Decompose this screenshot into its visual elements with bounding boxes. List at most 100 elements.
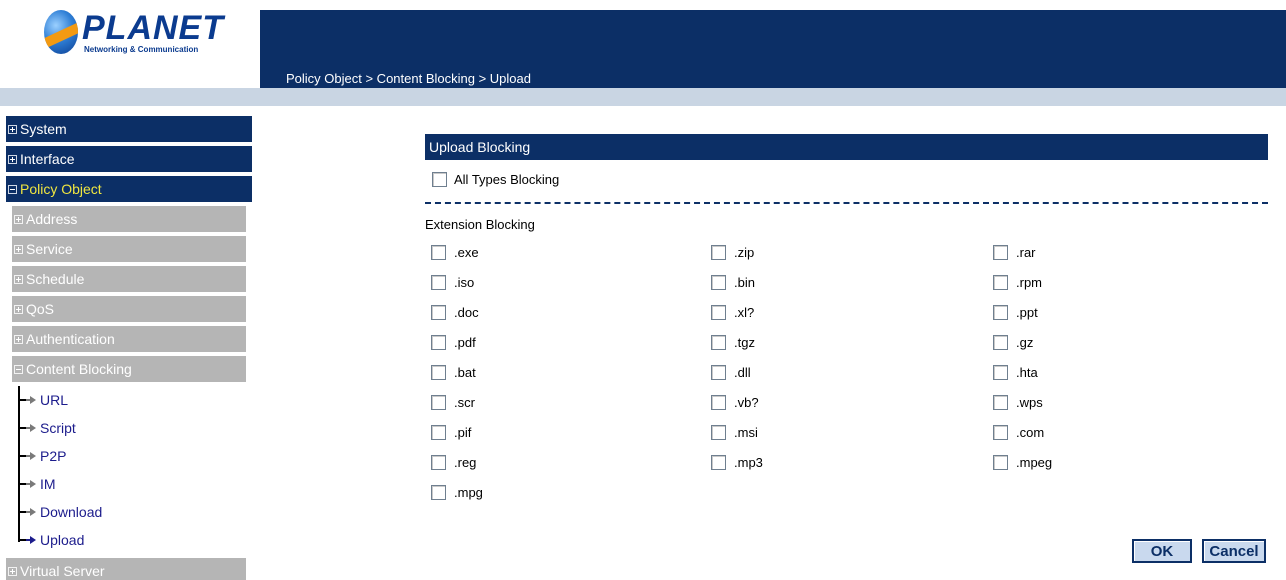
ext-option[interactable]: .xl? [711, 303, 754, 321]
sidebar-item-system[interactable]: System [6, 116, 252, 144]
ext-label: .exe [454, 244, 479, 260]
ext-option[interactable]: .zip [711, 243, 754, 261]
ext-checkbox[interactable] [431, 364, 446, 380]
ext-checkbox[interactable] [431, 454, 446, 470]
ext-checkbox[interactable] [711, 394, 726, 410]
ext-option[interactable]: .mp3 [711, 453, 763, 471]
ext-checkbox[interactable] [993, 244, 1008, 260]
ext-checkbox[interactable] [711, 364, 726, 380]
ext-option[interactable]: .rar [993, 243, 1036, 261]
ext-option[interactable]: .bin [711, 273, 755, 291]
ext-label: .reg [454, 454, 477, 470]
ext-option[interactable]: .iso [431, 273, 474, 291]
ext-checkbox[interactable] [993, 424, 1008, 440]
logo-area: PLANET Networking & Communication [0, 0, 260, 88]
sidebar-item-im[interactable]: IM [14, 470, 56, 498]
sidebar-item-url[interactable]: URL [14, 386, 68, 414]
ext-label: .ppt [1016, 304, 1038, 320]
all-types-blocking[interactable]: All Types Blocking [432, 172, 559, 187]
ext-option[interactable]: .mpeg [993, 453, 1052, 471]
ext-checkbox[interactable] [431, 304, 446, 320]
sidebar-item-content-blocking[interactable]: Content Blocking [12, 356, 246, 384]
ext-option[interactable]: .msi [711, 423, 758, 441]
sidebar-item-p2p[interactable]: P2P [14, 442, 66, 470]
ext-option[interactable]: .exe [431, 243, 479, 261]
ext-label: .pif [454, 424, 472, 440]
ext-checkbox[interactable] [993, 334, 1008, 350]
sidebar-item-schedule[interactable]: Schedule [12, 266, 246, 294]
ext-label: .rpm [1016, 274, 1042, 290]
ext-checkbox[interactable] [711, 304, 726, 320]
logo-name: PLANET [82, 8, 224, 47]
collapse-icon [14, 364, 23, 374]
ext-checkbox[interactable] [711, 424, 726, 440]
ext-checkbox[interactable] [711, 454, 726, 470]
ext-option[interactable]: .wps [993, 393, 1043, 411]
expand-icon [14, 274, 23, 284]
sidebar-item-label: System [20, 121, 67, 137]
ext-checkbox[interactable] [431, 394, 446, 410]
ext-checkbox[interactable] [431, 244, 446, 260]
arrow-right-icon [26, 396, 36, 404]
sidebar-item-script[interactable]: Script [14, 414, 76, 442]
sidebar-item-label: P2P [40, 448, 67, 464]
ext-option[interactable]: .bat [431, 363, 476, 381]
ext-checkbox[interactable] [711, 334, 726, 350]
sidebar-item-label: QoS [26, 301, 55, 317]
ext-checkbox[interactable] [431, 484, 446, 500]
ext-option[interactable]: .com [993, 423, 1044, 441]
sidebar-item-qos[interactable]: QoS [12, 296, 246, 324]
sidebar-item-virtual-server[interactable]: Virtual Server [6, 558, 246, 580]
ext-checkbox[interactable] [711, 274, 726, 290]
ext-option[interactable]: .rpm [993, 273, 1042, 291]
ok-button[interactable]: OK [1132, 539, 1192, 563]
ext-option[interactable]: .dll [711, 363, 751, 381]
sidebar-item-label: Content Blocking [26, 361, 132, 377]
sidebar-item-label: Address [26, 211, 78, 227]
expand-icon [8, 124, 17, 134]
sidebar-item-authentication[interactable]: Authentication [12, 326, 246, 354]
ext-checkbox[interactable] [431, 334, 446, 350]
divider [425, 202, 1268, 204]
ext-option[interactable]: .scr [431, 393, 475, 411]
ext-option[interactable]: .reg [431, 453, 476, 471]
cancel-button[interactable]: Cancel [1202, 539, 1266, 563]
sidebar-item-label: Download [40, 504, 103, 520]
ext-label: .rar [1016, 244, 1036, 260]
ext-label: .doc [454, 304, 479, 320]
expand-icon [8, 566, 17, 576]
ext-label: .hta [1016, 364, 1038, 380]
ext-label: .scr [454, 394, 475, 410]
sidebar-item-download[interactable]: Download [14, 498, 102, 526]
ext-option[interactable]: .gz [993, 333, 1033, 351]
ext-checkbox[interactable] [993, 274, 1008, 290]
ext-label: .xl? [734, 304, 755, 320]
sidebar-item-service[interactable]: Service [12, 236, 246, 264]
ext-checkbox[interactable] [993, 454, 1008, 470]
ext-option[interactable]: .vb? [711, 393, 759, 411]
sidebar-item-address[interactable]: Address [12, 206, 246, 234]
ext-checkbox[interactable] [993, 364, 1008, 380]
ext-label: .tgz [734, 334, 755, 350]
ext-checkbox[interactable] [711, 244, 726, 260]
ext-option[interactable]: .tgz [711, 333, 755, 351]
ext-option[interactable]: .hta [993, 363, 1038, 381]
all-types-checkbox[interactable] [432, 172, 447, 187]
ext-option[interactable]: .pif [431, 423, 471, 441]
ext-checkbox[interactable] [993, 304, 1008, 320]
arrow-right-icon [26, 536, 36, 544]
ext-option[interactable]: .mpg [431, 483, 483, 501]
collapse-icon [8, 184, 17, 194]
sidebar-item-label: Service [26, 241, 73, 257]
ext-checkbox[interactable] [431, 274, 446, 290]
sidebar-item-upload[interactable]: Upload [14, 526, 84, 554]
ext-label: .pdf [454, 334, 476, 350]
sidebar-item-interface[interactable]: Interface [6, 146, 252, 174]
ext-option[interactable]: .ppt [993, 303, 1038, 321]
ext-checkbox[interactable] [993, 394, 1008, 410]
ext-label: .bin [734, 274, 755, 290]
ext-option[interactable]: .doc [431, 303, 479, 321]
sidebar-item-policy-object[interactable]: Policy Object [6, 176, 252, 204]
ext-option[interactable]: .pdf [431, 333, 476, 351]
ext-checkbox[interactable] [431, 424, 446, 440]
